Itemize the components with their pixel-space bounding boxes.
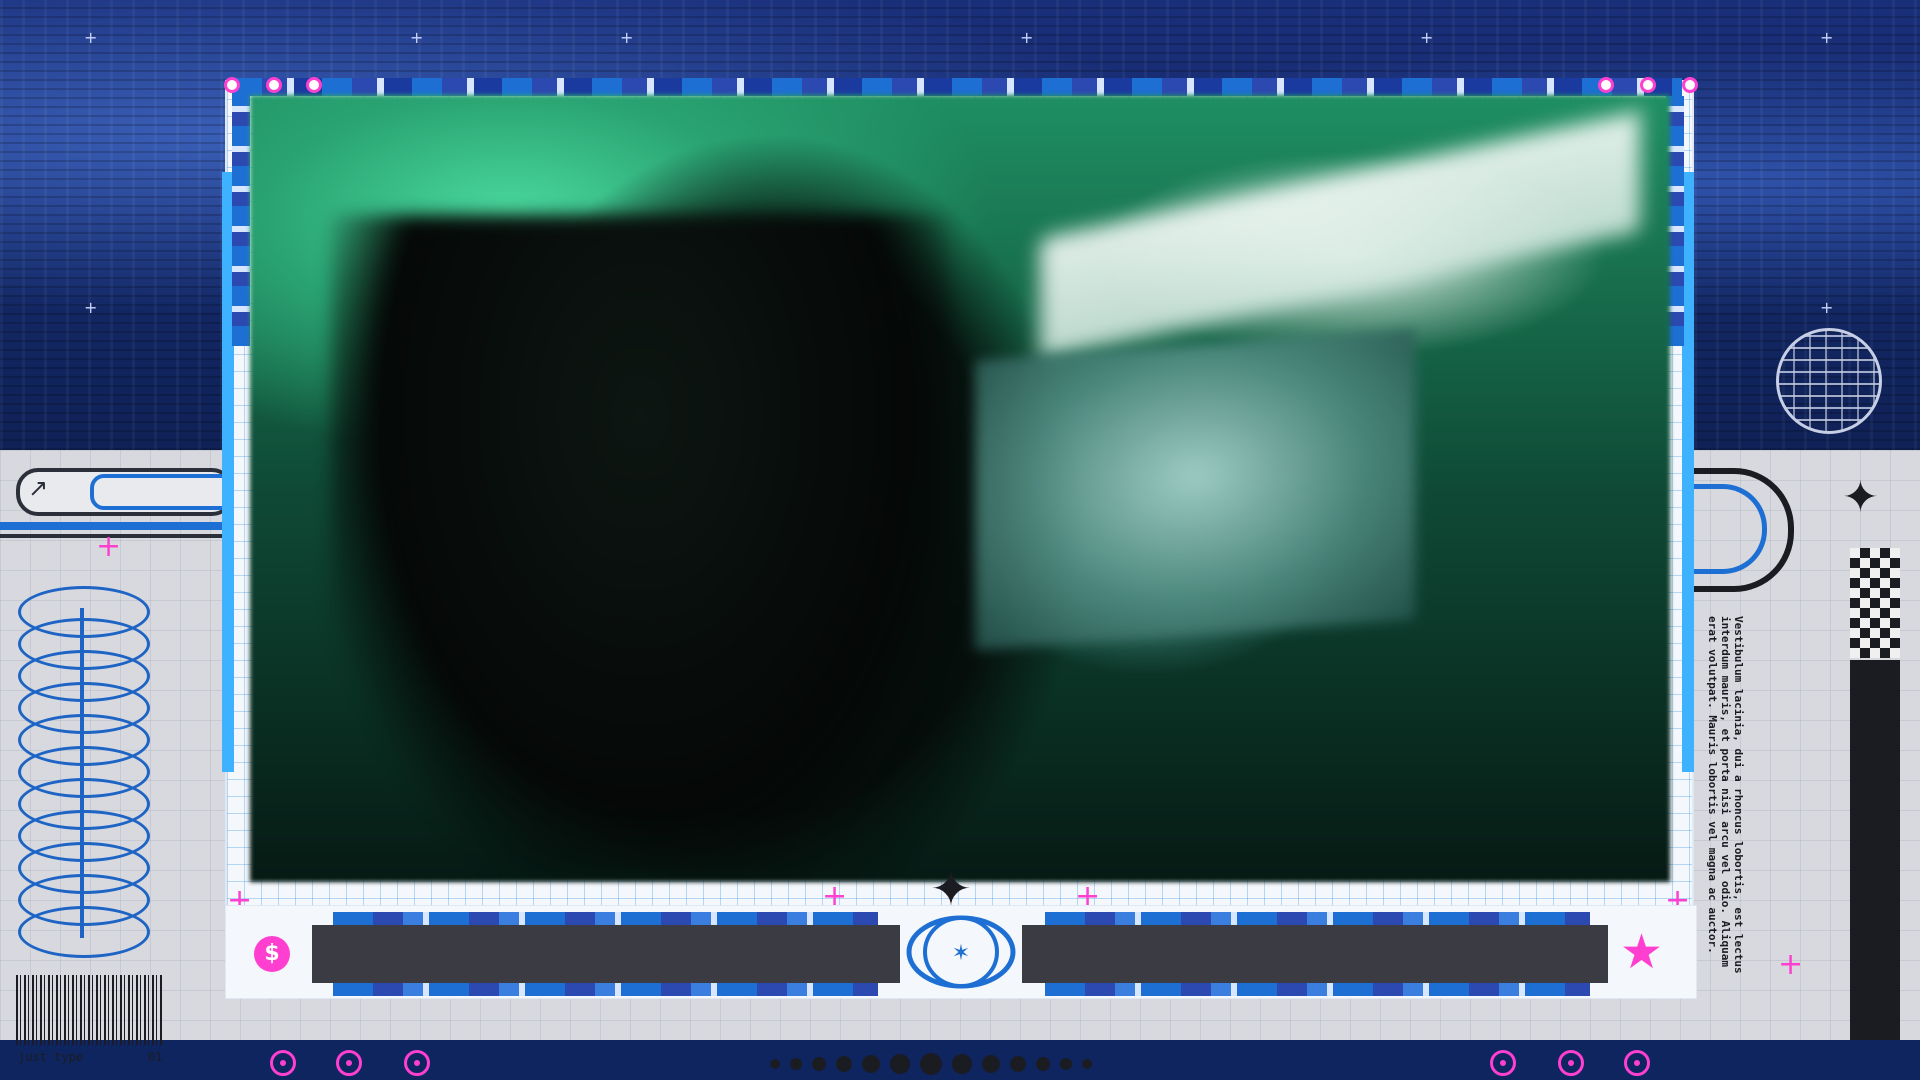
monitor-screen: [975, 329, 1415, 651]
pink-circle-icon: [1624, 1050, 1650, 1076]
plus-mark: +: [1020, 28, 1034, 47]
pink-circle-icon: [404, 1050, 430, 1076]
dot: [836, 1056, 852, 1072]
svg-text:✶: ✶: [952, 941, 970, 966]
dot: [1060, 1058, 1072, 1070]
dollar-icon: $: [254, 936, 290, 972]
dot: [1082, 1059, 1092, 1069]
plus-mark: +: [620, 28, 634, 47]
arrow-up-right-icon: ↗: [28, 474, 49, 502]
ring-icon: [1598, 77, 1614, 93]
dot: [812, 1057, 826, 1071]
barcode: [16, 975, 164, 1045]
coil-ring: [18, 906, 150, 958]
ring-icon: [306, 77, 322, 93]
ceiling-light: [1040, 111, 1640, 359]
black-bar: [1850, 660, 1900, 1040]
dot: [982, 1055, 1000, 1073]
sparkle-icon: +: [1778, 947, 1804, 982]
ring-icon: [1682, 77, 1698, 93]
sparkle-icon: ✦: [1842, 472, 1879, 523]
plus-mark: +: [84, 298, 98, 317]
dot: [920, 1053, 942, 1075]
pink-circle-icon: [270, 1050, 296, 1076]
pink-circle-icon: [1558, 1050, 1584, 1076]
plus-mark: +: [410, 28, 424, 47]
sparkle-icon: +: [96, 529, 122, 564]
ring-icon: [1640, 77, 1656, 93]
checker-pattern: [1850, 548, 1900, 658]
eye-emblem-icon: ✶: [900, 910, 1022, 994]
ring-icon: [224, 77, 240, 93]
star-icon: ★: [1620, 924, 1664, 980]
pink-circle-icon: [1490, 1050, 1516, 1076]
bottom-field-right: [1022, 925, 1608, 983]
pill-bar: [90, 474, 238, 510]
dot: [770, 1059, 780, 1069]
dot: [1036, 1057, 1050, 1071]
pink-circle-icon: [336, 1050, 362, 1076]
vertical-body-text: Vestibulum lacinia, dui a rhoncus lobort…: [1706, 616, 1745, 974]
dot: [890, 1054, 910, 1074]
frame-glitch-top: [232, 78, 1682, 96]
dot: [1010, 1056, 1026, 1072]
ring-icon: [266, 77, 282, 93]
dot: [790, 1058, 802, 1070]
bottom-left-label: just type: [18, 1050, 84, 1064]
dot-sequence: [770, 1052, 1092, 1076]
dot: [952, 1054, 972, 1074]
bottom-left-number: 01: [148, 1050, 163, 1064]
plus-mark: +: [84, 28, 98, 47]
frame-glitch-left: [232, 96, 250, 346]
hooded-figure: [330, 215, 950, 875]
webcam-photo: [250, 95, 1670, 882]
plus-mark: +: [1420, 28, 1434, 47]
globe-icon: [1776, 328, 1882, 434]
plus-mark: +: [1820, 28, 1834, 47]
bottom-field-left: [312, 925, 900, 983]
plus-mark: +: [1820, 298, 1834, 317]
dot: [862, 1055, 880, 1073]
